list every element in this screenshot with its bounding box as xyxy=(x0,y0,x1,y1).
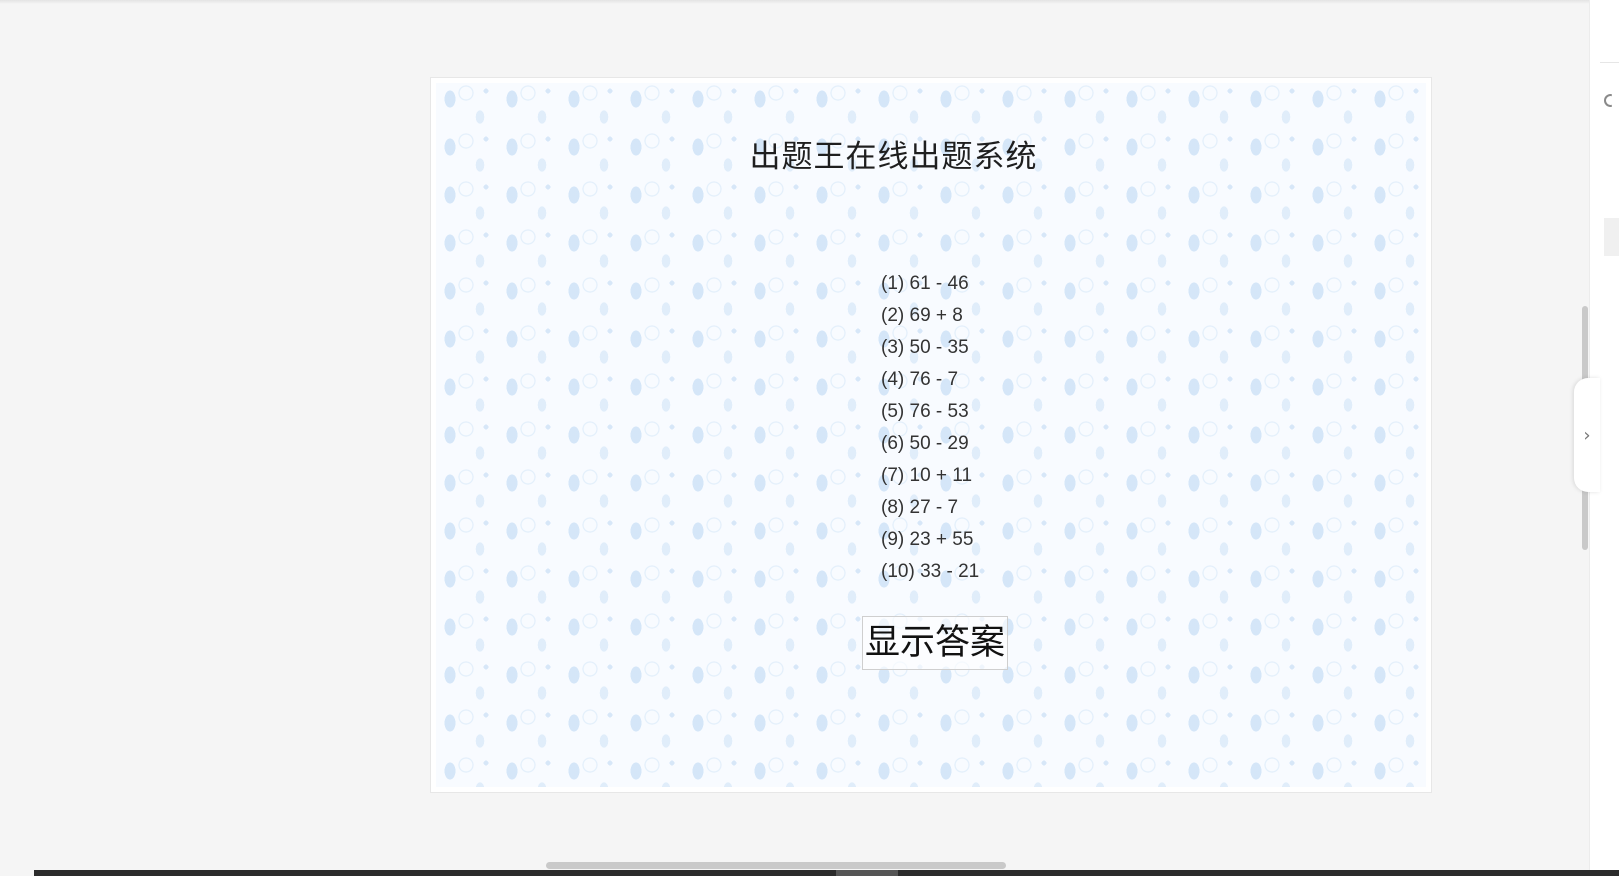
rail-divider xyxy=(1600,62,1619,63)
question-item: (8) 27 - 7 xyxy=(881,497,959,518)
question-item: (5) 76 - 53 xyxy=(881,401,969,422)
show-answer-button[interactable]: 显示答案 xyxy=(862,616,1009,670)
rail-item[interactable] xyxy=(1604,218,1619,256)
page-title: 出题王在线出题系统 xyxy=(749,139,1038,175)
taskbar-segment xyxy=(836,870,898,876)
toolbar-shadow xyxy=(0,0,1590,4)
editor-viewport: 出题王在线出题系统 (1) 61 - 46 (2) 69 + 8 (3) 50 … xyxy=(0,0,1590,870)
question-item: (7) 10 + 11 xyxy=(881,465,973,486)
taskbar-strip xyxy=(0,870,1619,876)
chevron-right-icon: › xyxy=(1583,424,1591,446)
question-item: (3) 50 - 35 xyxy=(881,337,969,358)
question-item: (9) 23 + 55 xyxy=(881,529,974,550)
question-item: (4) 76 - 7 xyxy=(881,369,959,390)
question-item: (10) 33 - 21 xyxy=(881,561,980,582)
preview-page: 出题王在线出题系统 (1) 61 - 46 (2) 69 + 8 (3) 50 … xyxy=(436,83,1426,787)
taskbar-gap xyxy=(0,870,34,876)
question-item: (6) 50 - 29 xyxy=(881,433,969,454)
question-item: (1) 61 - 46 xyxy=(881,273,969,294)
question-list: (1) 61 - 46 (2) 69 + 8 (3) 50 - 35 (4) 7… xyxy=(881,268,1101,588)
preview-frame: 出题王在线出题系统 (1) 61 - 46 (2) 69 + 8 (3) 50 … xyxy=(430,77,1432,793)
horizontal-scrollbar-thumb[interactable] xyxy=(546,862,1006,869)
question-item: (2) 69 + 8 xyxy=(881,305,963,326)
side-panel-toggle[interactable]: › xyxy=(1574,378,1600,492)
search-icon[interactable] xyxy=(1604,94,1612,107)
